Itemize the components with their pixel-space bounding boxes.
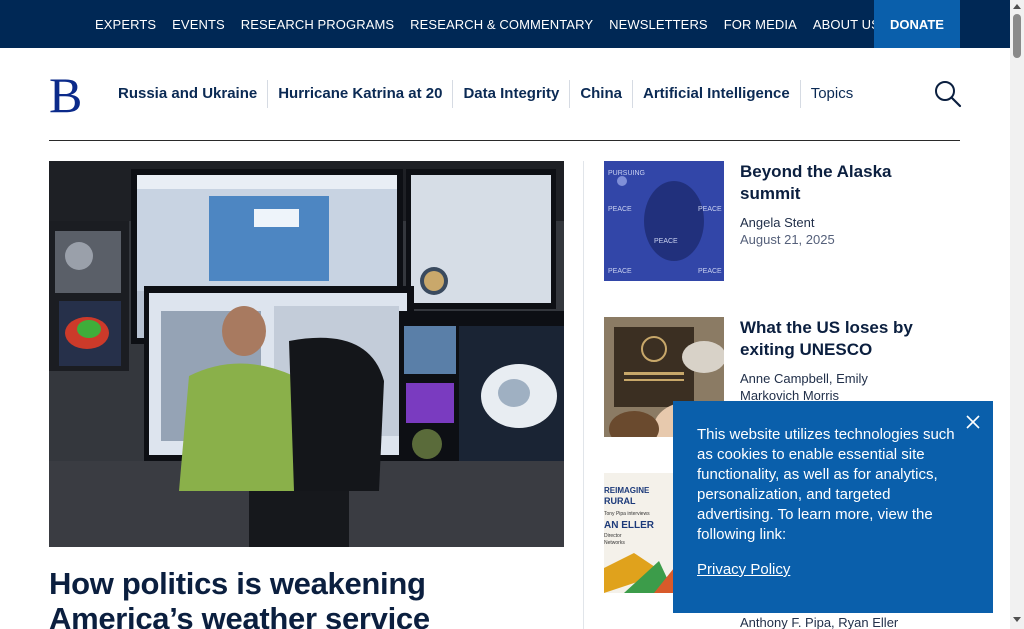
- utility-nav: EXPERTS EVENTS RESEARCH PROGRAMS RESEARC…: [87, 0, 888, 48]
- story-author[interactable]: Anthony F. Pipa, Ryan Eller: [740, 614, 910, 629]
- cookie-message: This website utilizes technologies such …: [697, 426, 955, 543]
- main-topic-nav: Russia and Ukraine Hurricane Katrina at …: [108, 80, 863, 108]
- story-title-unesco[interactable]: What the US loses by exiting UNESCO: [740, 317, 950, 361]
- close-icon[interactable]: [964, 413, 982, 431]
- svg-text:PEACE: PEACE: [698, 206, 722, 213]
- story-thumbnail-alaska-summit[interactable]: PURSUING PEACE PEACE PEACE PEACE PEACE: [604, 161, 724, 281]
- story-author[interactable]: Anne Campbell, Emily Markovich Morris: [740, 370, 910, 404]
- topic-data-integrity[interactable]: Data Integrity: [453, 80, 571, 108]
- svg-text:RURAL: RURAL: [604, 496, 636, 506]
- topic-artificial-intelligence[interactable]: Artificial Intelligence: [633, 80, 801, 108]
- svg-text:PURSUING: PURSUING: [608, 170, 645, 177]
- column-divider: [583, 161, 584, 629]
- nav-research-programs[interactable]: RESEARCH PROGRAMS: [233, 17, 402, 32]
- search-icon[interactable]: [934, 80, 962, 108]
- nav-research-commentary[interactable]: RESEARCH & COMMENTARY: [402, 17, 601, 32]
- hero-headline[interactable]: How politics is weakening America’s weat…: [49, 566, 569, 629]
- story-date: August 21, 2025: [740, 232, 835, 247]
- svg-text:Tony Pipa interviews: Tony Pipa interviews: [604, 511, 650, 517]
- svg-text:AN ELLER: AN ELLER: [604, 520, 655, 531]
- scroll-thumb[interactable]: [1013, 14, 1021, 58]
- story-author[interactable]: Angela Stent: [740, 214, 910, 231]
- cookie-consent-banner: This website utilizes technologies such …: [673, 401, 993, 613]
- topics-menu[interactable]: Topics: [801, 80, 864, 108]
- page: EXPERTS EVENTS RESEARCH PROGRAMS RESEARC…: [0, 0, 1024, 629]
- topic-hurricane-katrina[interactable]: Hurricane Katrina at 20: [268, 80, 454, 108]
- top-utility-bar: EXPERTS EVENTS RESEARCH PROGRAMS RESEARC…: [0, 0, 1010, 48]
- nav-for-media[interactable]: FOR MEDIA: [716, 17, 805, 32]
- svg-text:Networks: Networks: [604, 540, 625, 546]
- nav-events[interactable]: EVENTS: [164, 17, 233, 32]
- privacy-policy-link[interactable]: Privacy Policy: [697, 561, 790, 578]
- svg-text:PEACE: PEACE: [654, 238, 678, 245]
- topic-china[interactable]: China: [570, 80, 633, 108]
- scroll-down-arrow-icon[interactable]: [1013, 617, 1021, 622]
- svg-text:Director: Director: [604, 533, 622, 539]
- page-scrollbar[interactable]: [1010, 0, 1024, 629]
- topic-russia-ukraine[interactable]: Russia and Ukraine: [108, 80, 269, 108]
- brookings-logo[interactable]: B: [49, 72, 81, 116]
- nav-newsletters[interactable]: NEWSLETTERS: [601, 17, 716, 32]
- scroll-up-arrow-icon[interactable]: [1013, 4, 1021, 9]
- svg-text:PEACE: PEACE: [698, 268, 722, 275]
- nav-experts[interactable]: EXPERTS: [87, 17, 164, 32]
- donate-button[interactable]: DONATE: [874, 0, 960, 48]
- svg-text:B: B: [49, 72, 81, 116]
- svg-text:PEACE: PEACE: [608, 268, 632, 275]
- hero-image-weather-forecaster[interactable]: [49, 161, 564, 547]
- svg-text:PEACE: PEACE: [608, 206, 632, 213]
- svg-text:REIMAGINE: REIMAGINE: [604, 486, 650, 495]
- story-title-alaska-summit[interactable]: Beyond the Alaska summit: [740, 161, 950, 205]
- nav-divider: [49, 140, 960, 141]
